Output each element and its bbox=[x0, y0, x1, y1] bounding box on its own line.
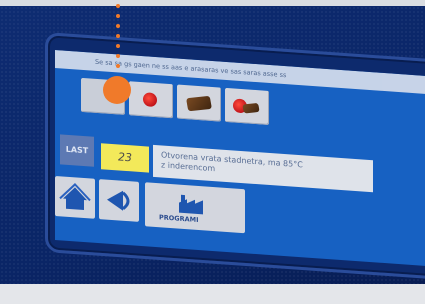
tile-red-alarm-1[interactable] bbox=[129, 81, 173, 119]
programs-button[interactable]: PROGRAMI bbox=[145, 182, 245, 234]
product-icon bbox=[242, 102, 260, 114]
red-alarm-icon bbox=[143, 92, 157, 108]
last-label: LAST bbox=[60, 134, 94, 167]
tile-product[interactable] bbox=[177, 84, 221, 122]
product-icon bbox=[186, 95, 212, 112]
factory-icon bbox=[179, 194, 203, 215]
counter-value: 23 bbox=[101, 143, 149, 173]
tile-red-alarm-product[interactable] bbox=[225, 87, 269, 125]
bottom-strip bbox=[0, 284, 425, 304]
back-arrow-icon bbox=[107, 190, 130, 211]
home-button[interactable] bbox=[55, 176, 95, 219]
callout-marker bbox=[103, 76, 131, 104]
home-icon bbox=[59, 182, 91, 211]
back-button[interactable] bbox=[99, 179, 139, 222]
programs-label: PROGRAMI bbox=[159, 213, 199, 225]
